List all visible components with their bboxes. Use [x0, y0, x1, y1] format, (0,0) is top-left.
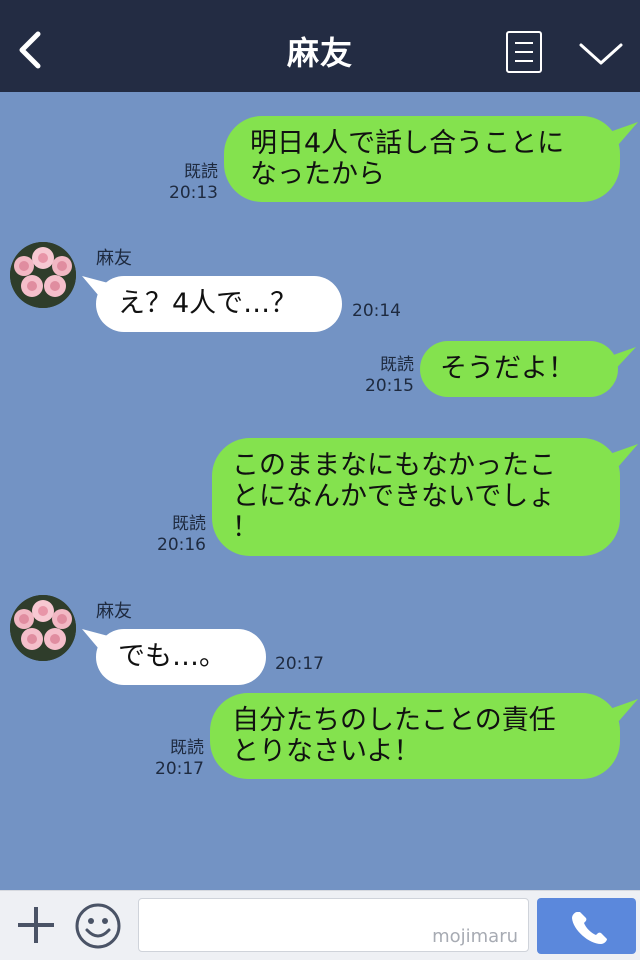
message-list[interactable]: 既読 20:13 明日4人で話し合うことに なったから 麻友 え？4人で…？ 2…: [0, 92, 640, 890]
chat-bubble-received[interactable]: でも…。: [96, 629, 266, 685]
read-receipt: 既読: [380, 355, 414, 375]
message-input[interactable]: mojimaru: [138, 898, 529, 952]
message-meta: 既読 20:13: [160, 162, 218, 204]
message-meta: 既読 20:15: [356, 355, 414, 397]
message-line: え？4人で…？: [118, 288, 298, 319]
chat-header: 麻友: [0, 0, 640, 92]
read-receipt: 既読: [170, 738, 204, 758]
message-line: 明日4人で話し合うことに: [250, 128, 565, 159]
read-receipt: 既読: [172, 514, 206, 534]
message-meta: 既読 20:17: [146, 738, 204, 780]
message-line: なったから: [250, 159, 385, 190]
message-line: とになんかできないでしょ: [232, 481, 556, 512]
sender-name: 麻友: [96, 601, 132, 622]
chat-bubble-sent[interactable]: そうだよ！: [420, 341, 618, 397]
contact-avatar[interactable]: [10, 595, 76, 661]
message-line: 自分たちのしたことの責任: [232, 705, 556, 736]
message-time: 20:15: [365, 376, 414, 396]
chat-title: 麻友: [286, 34, 353, 72]
message-time: 20:17: [275, 654, 324, 674]
chat-bubble-sent[interactable]: 自分たちのしたことの責任 とりなさいよ！: [210, 693, 620, 779]
call-button[interactable]: [537, 898, 636, 954]
notes-icon[interactable]: [506, 31, 542, 73]
message-line: このままなにもなかったこ: [232, 450, 556, 481]
message-line: とりなさいよ！: [232, 736, 421, 767]
chat-bubble-sent[interactable]: このままなにもなかったこ とになんかできないでしょ ！: [212, 438, 620, 556]
emoji-icon[interactable]: [74, 902, 122, 950]
message-meta: 既読 20:16: [148, 514, 206, 556]
message-time: 20:17: [155, 759, 204, 779]
contact-avatar[interactable]: [10, 242, 76, 308]
input-bar: mojimaru: [0, 890, 640, 960]
message-line: でも…。: [118, 641, 226, 672]
plus-icon[interactable]: [14, 903, 58, 947]
message-time: 20:14: [352, 301, 401, 321]
read-receipt: 既読: [184, 162, 218, 182]
chevron-down-icon[interactable]: [578, 40, 624, 68]
message-line: そうだよ！: [440, 353, 575, 384]
message-time: 20:13: [169, 183, 218, 203]
watermark-text: mojimaru: [432, 926, 518, 947]
phone-icon: [572, 912, 607, 944]
message-time: 20:16: [157, 535, 206, 555]
message-line: ！: [232, 512, 259, 543]
chat-bubble-sent[interactable]: 明日4人で話し合うことに なったから: [224, 116, 620, 202]
sender-name: 麻友: [96, 248, 132, 269]
chat-bubble-received[interactable]: え？4人で…？: [96, 276, 342, 332]
